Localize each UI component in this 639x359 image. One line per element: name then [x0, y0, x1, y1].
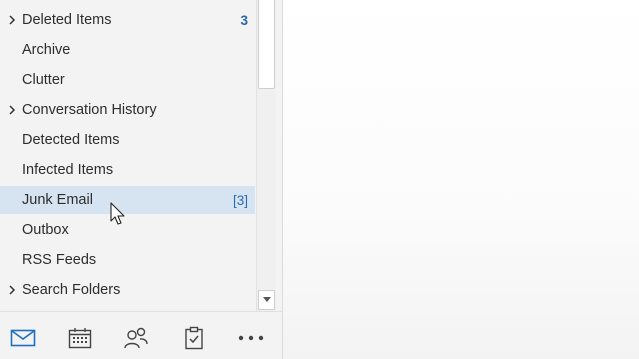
folder-item-deleted-items[interactable]: Deleted Items 3	[0, 6, 255, 34]
chevron-right-icon[interactable]	[6, 284, 18, 296]
arrow-down-icon	[263, 297, 271, 302]
folder-pane: Deleted Items 3 Archive Clutter Conversa…	[0, 0, 283, 359]
folder-label: Junk Email	[22, 192, 93, 208]
folder-label: Detected Items	[22, 132, 120, 148]
folder-item-infected-items[interactable]: Infected Items	[0, 156, 255, 184]
folder-label: Infected Items	[22, 162, 114, 178]
folder-item-clutter[interactable]: Clutter	[0, 66, 255, 94]
folder-scrollbar[interactable]	[256, 0, 276, 311]
folder-label: Deleted Items	[22, 12, 112, 28]
folder-item-junk-email[interactable]: Junk Email [3]	[0, 186, 255, 214]
reading-pane	[283, 0, 639, 359]
folder-label: Search Folders	[22, 282, 121, 298]
item-count: [3]	[232, 192, 248, 208]
module-nav-bar	[0, 311, 282, 359]
unread-count: 3	[240, 12, 248, 28]
folder-label: Outbox	[22, 222, 69, 238]
mail-icon[interactable]	[9, 326, 37, 350]
folder-item-archive[interactable]: Archive	[0, 36, 255, 64]
folder-item-search-folders[interactable]: Search Folders	[0, 276, 255, 304]
folder-label: RSS Feeds	[22, 252, 97, 268]
people-icon[interactable]	[122, 326, 150, 350]
folder-list: Deleted Items 3 Archive Clutter Conversa…	[0, 0, 255, 310]
scrollbar-thumb[interactable]	[258, 0, 275, 89]
more-icon[interactable]	[237, 326, 265, 350]
folder-label: Conversation History	[22, 102, 157, 118]
outlook-window: Deleted Items 3 Archive Clutter Conversa…	[0, 0, 639, 359]
folder-label: Archive	[22, 42, 71, 58]
calendar-icon[interactable]	[66, 326, 94, 350]
chevron-right-icon[interactable]	[6, 14, 18, 26]
tasks-icon[interactable]	[180, 326, 208, 350]
chevron-right-icon[interactable]	[6, 104, 18, 116]
folder-label: Clutter	[22, 72, 65, 88]
folder-item-rss-feeds[interactable]: RSS Feeds	[0, 246, 255, 274]
folder-item-detected-items[interactable]: Detected Items	[0, 126, 255, 154]
folder-item-conversation-history[interactable]: Conversation History	[0, 96, 255, 124]
folder-item-outbox[interactable]: Outbox	[0, 216, 255, 244]
scroll-down-button[interactable]	[258, 290, 275, 310]
